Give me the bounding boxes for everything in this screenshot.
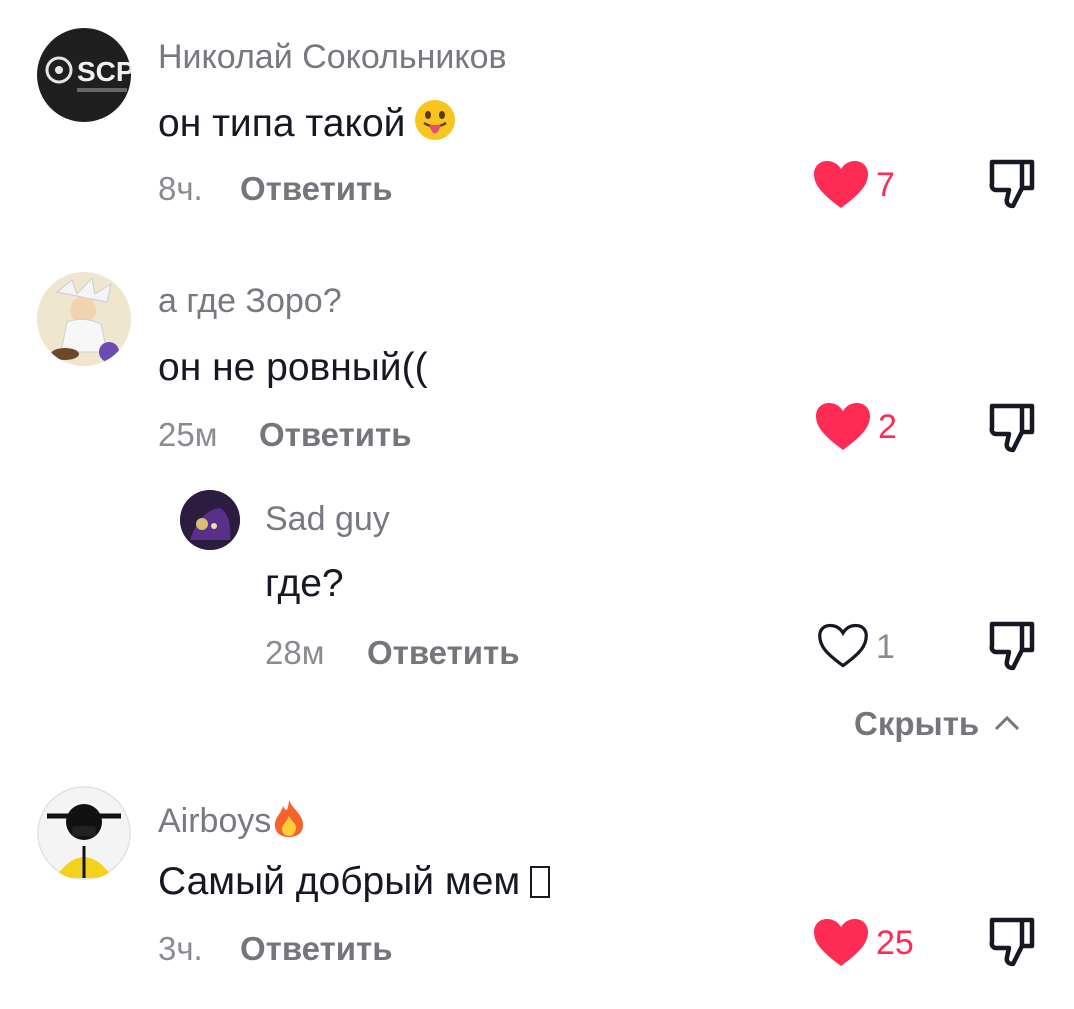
comment-username[interactable]: а где Зоро? xyxy=(158,282,342,321)
heart-filled-icon xyxy=(814,161,868,208)
reply-time: 28м xyxy=(265,634,325,671)
dislike-button[interactable] xyxy=(988,620,1036,679)
heart-filled-icon xyxy=(816,403,870,450)
like-count: 25 xyxy=(876,924,914,962)
hide-replies-button[interactable]: Скрыть xyxy=(854,705,1022,743)
like-button[interactable] xyxy=(812,918,870,973)
like-count: 1 xyxy=(876,628,895,666)
comment-username[interactable]: Airboys xyxy=(158,798,307,847)
avatar[interactable] xyxy=(180,490,240,550)
fire-emoji-icon xyxy=(271,798,307,847)
reply-username[interactable]: Sad guy xyxy=(265,500,390,539)
like-button[interactable] xyxy=(816,622,870,675)
dislike-button[interactable] xyxy=(988,916,1036,975)
svg-text:SCP: SCP xyxy=(77,56,131,87)
comment-username[interactable]: Николай Сокольников xyxy=(158,38,507,77)
reply-comment: Sad guy где? 28м Ответить 1 xyxy=(0,480,1074,700)
dislike-button[interactable] xyxy=(988,158,1036,217)
missing-glyph-icon xyxy=(530,866,551,898)
avatar[interactable] xyxy=(37,786,131,880)
dislike-icon xyxy=(989,917,1035,967)
dislike-button[interactable] xyxy=(988,402,1036,461)
comment-time: 25м xyxy=(158,416,218,453)
reply-button[interactable]: Ответить xyxy=(240,930,393,968)
comment-time: 8ч. xyxy=(158,170,203,207)
comment-2: а где Зоро? он не ровный(( 25м Ответить … xyxy=(0,240,1074,480)
like-count: 7 xyxy=(876,166,895,204)
avatar[interactable]: SCP xyxy=(37,28,131,122)
comment-text: Самый добрый мем xyxy=(158,860,551,904)
tongue-emoji-icon xyxy=(413,98,457,152)
dislike-icon xyxy=(989,159,1035,209)
comment-3: Airboys Самый добрый мем 3ч. Ответить 25 xyxy=(0,770,1074,1009)
comment-text: он не ровный(( xyxy=(158,346,428,389)
dislike-icon xyxy=(989,403,1035,453)
reply-button[interactable]: Ответить xyxy=(259,416,412,454)
like-button[interactable] xyxy=(814,402,872,457)
reply-button[interactable]: Ответить xyxy=(240,170,393,208)
like-button[interactable] xyxy=(812,160,870,215)
avatar[interactable] xyxy=(37,272,131,366)
like-count: 2 xyxy=(878,408,897,446)
heart-filled-icon xyxy=(814,919,868,966)
heart-outline-icon xyxy=(818,623,868,668)
comment-text: он типа такой xyxy=(158,98,457,152)
chevron-up-icon xyxy=(995,715,1020,731)
reply-text: где? xyxy=(265,562,344,605)
reply-button[interactable]: Ответить xyxy=(367,634,520,672)
dislike-icon xyxy=(989,621,1035,671)
comment-time: 3ч. xyxy=(158,930,203,967)
comment-1: SCP Николай Сокольников он типа такой 8ч… xyxy=(0,0,1074,240)
